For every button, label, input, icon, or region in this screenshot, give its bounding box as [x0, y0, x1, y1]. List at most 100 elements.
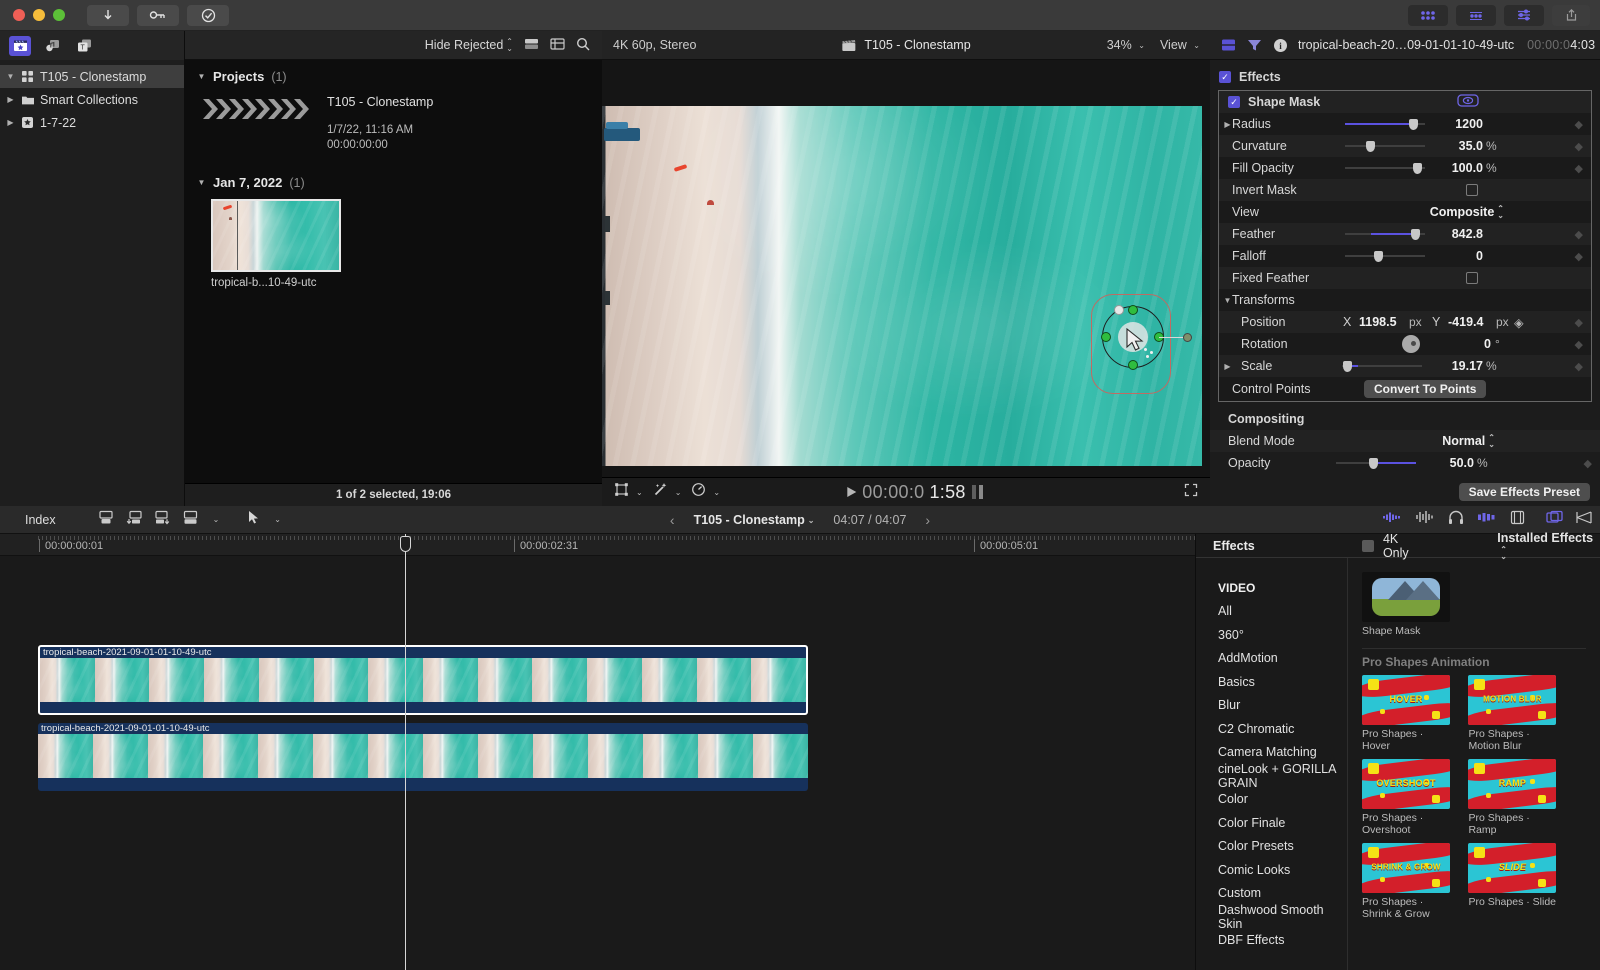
clip-appearance-button[interactable] [1510, 510, 1525, 530]
timeline-clip-connected[interactable]: tropical-beach-2021-09-01-01-10-49-utc [38, 645, 808, 715]
effects-category-dbf-effects[interactable]: DBF Effects [1196, 929, 1347, 953]
transitions-browser-toggle[interactable] [1456, 4, 1496, 26]
param-fill-opacity[interactable]: Fill Opacity 100.0 % ◆ [1219, 157, 1591, 179]
param-value[interactable]: 842.8 [1427, 227, 1483, 241]
timeline-history-button[interactable] [1576, 510, 1592, 530]
param-slider[interactable] [1342, 360, 1422, 372]
viewer-zoom-popup[interactable]: 34% ⌄ [1107, 38, 1145, 52]
viewer-stage[interactable] [602, 60, 1210, 477]
sidebar-tab-titles[interactable]: T [73, 36, 95, 56]
sidebar-item-event[interactable]: ▶ 1-7-22 [0, 111, 184, 134]
effects-category-comic-looks[interactable]: Comic Looks [1196, 858, 1347, 882]
browser-search-button[interactable] [576, 37, 590, 54]
position-y-value[interactable]: -419.4 [1448, 315, 1483, 329]
tool-selector-button[interactable] [248, 510, 260, 530]
viewer-view-popup[interactable]: View ⌄ [1160, 38, 1200, 52]
disclosure-triangle-icon[interactable]: ▶ [6, 118, 15, 127]
previous-project-button[interactable]: ‹ [670, 512, 675, 528]
effect-tile-hover[interactable]: HOVER Pro Shapes · Hover [1362, 674, 1450, 753]
effect-tile-shrink-grow[interactable]: SHRINK & GROW Pro Shapes · Shrink & Grow [1362, 842, 1450, 921]
import-media-button[interactable] [87, 4, 129, 26]
transform-tool-button[interactable] [614, 482, 629, 502]
effects-category-camera-matching[interactable]: Camera Matching [1196, 741, 1347, 765]
keyframe-button[interactable]: ◆ [1584, 457, 1592, 470]
info-icon[interactable]: i [1272, 37, 1289, 54]
param-feather[interactable]: Feather 842.8 ◆ [1219, 223, 1591, 245]
param-value[interactable]: 1200 [1427, 117, 1483, 131]
playhead-handle[interactable] [400, 536, 411, 552]
list-view-button[interactable] [550, 37, 565, 54]
shape-mask-header[interactable]: ✓ Shape Mask [1219, 91, 1591, 113]
audio-meters-small-button[interactable] [1382, 510, 1402, 529]
retime-tool-button[interactable] [691, 482, 706, 502]
effects-category-color[interactable]: Color [1196, 788, 1347, 812]
param-invert-mask[interactable]: Invert Mask [1219, 179, 1591, 201]
keyframe-button[interactable]: ◆ [1575, 338, 1583, 351]
disclosure-triangle-icon[interactable]: ▼ [197, 72, 206, 81]
disclosure-triangle-icon[interactable]: ▶ [1223, 120, 1232, 129]
keyframe-button[interactable]: ◆ [1575, 228, 1583, 241]
param-view[interactable]: View Composite ⌃ ⌄ [1219, 201, 1591, 223]
filmstrip-view-button[interactable] [524, 37, 539, 54]
transforms-group-header[interactable]: ▼ Transforms [1219, 289, 1591, 311]
param-slider[interactable] [1345, 250, 1425, 262]
sidebar-tab-photos-audio[interactable] [41, 36, 63, 56]
effects-category-cinelook[interactable]: cineLook + GORILLA GRAIN [1196, 762, 1347, 790]
mask-shape-icon[interactable] [1457, 94, 1479, 110]
view-popup-value[interactable]: Composite ⌃ ⌄ [1404, 205, 1504, 220]
clip-tile[interactable]: tropical-b...10-49-utc [211, 199, 590, 289]
param-slider[interactable] [1345, 118, 1425, 130]
effects-category-color-finale[interactable]: Color Finale [1196, 811, 1347, 835]
viewer-timecode[interactable]: 00:00:0 1:58 [846, 482, 965, 503]
maximize-window-button[interactable] [53, 9, 65, 21]
chevron-down-icon[interactable]: ⌄ [675, 488, 682, 496]
disclosure-triangle-icon[interactable]: ▶ [1223, 362, 1232, 371]
share-button[interactable] [1552, 4, 1590, 26]
video-inspector-icon[interactable] [1220, 37, 1237, 54]
effects-category-list[interactable]: VIDEO All 360° AddMotion Basics Blur C2 … [1196, 558, 1348, 970]
param-value[interactable]: 100.0 [1427, 161, 1483, 175]
effect-tile-shape-mask[interactable]: Shape Mask [1362, 572, 1450, 638]
param-position[interactable]: Position X 1198.5 px Y -419.4 px ◈ ◆ [1219, 311, 1591, 333]
fullscreen-button[interactable] [1184, 483, 1198, 502]
disclosure-triangle-icon[interactable]: ▼ [197, 178, 206, 187]
param-curvature[interactable]: Curvature 35.0 % ◆ [1219, 135, 1591, 157]
timeline-panel[interactable]: 00:00:00:01 00:00:02:31 00:00:05:01 trop… [0, 534, 1195, 970]
param-value[interactable]: 35.0 [1427, 139, 1483, 153]
sidebar-tab-libraries[interactable] [9, 35, 31, 56]
param-scale[interactable]: ▶ Scale 19.17 % ◆ [1219, 355, 1591, 377]
effects-category-all[interactable]: All [1196, 600, 1347, 624]
effect-tile-overshoot[interactable]: OVERSHOOT Pro Shapes · Overshoot [1362, 758, 1450, 837]
position-x-value[interactable]: 1198.5 [1359, 315, 1397, 329]
disclosure-triangle-icon[interactable]: ▼ [1223, 296, 1232, 305]
param-value[interactable]: 19.17 [1427, 359, 1483, 373]
param-opacity[interactable]: Opacity 50.0 % ◆ [1210, 452, 1600, 474]
effects-category-color-presets[interactable]: Color Presets [1196, 835, 1347, 859]
clip-thumbnail[interactable] [211, 199, 341, 272]
timeline-ruler[interactable]: 00:00:00:01 00:00:02:31 00:00:05:01 [0, 534, 1195, 556]
filter-icon[interactable] [1246, 37, 1263, 54]
connect-clip-button[interactable] [154, 510, 171, 530]
save-effects-preset-button[interactable]: Save Effects Preset [1458, 482, 1590, 501]
keyframe-button[interactable]: ◆ [1575, 140, 1583, 153]
fixed-feather-checkbox[interactable] [1466, 272, 1478, 284]
enhancements-tool-button[interactable] [653, 482, 668, 502]
effects-category-addmotion[interactable]: AddMotion [1196, 647, 1347, 671]
effects-category-custom[interactable]: Custom [1196, 882, 1347, 906]
keyframe-button[interactable]: ◆ [1575, 162, 1583, 175]
4k-only-checkbox[interactable] [1362, 539, 1374, 552]
param-slider[interactable] [1336, 457, 1416, 469]
param-falloff[interactable]: Falloff 0 ◆ [1219, 245, 1591, 267]
timeline-playhead[interactable] [400, 534, 411, 970]
audio-meters-button[interactable] [1477, 510, 1497, 529]
convert-to-points-button[interactable]: Convert To Points [1364, 380, 1487, 398]
background-tasks-button[interactable] [187, 4, 229, 26]
param-rotation[interactable]: Rotation 0 ° ◆ [1219, 333, 1591, 355]
effects-category-basics[interactable]: Basics [1196, 670, 1347, 694]
color-inspector-toggle[interactable] [1504, 4, 1544, 26]
keyframe-button[interactable]: ◆ [1575, 118, 1583, 131]
keyframe-button[interactable]: ◆ [1575, 316, 1583, 329]
effects-browser-toggle[interactable] [1408, 4, 1448, 26]
invert-mask-checkbox[interactable] [1466, 184, 1478, 196]
param-value[interactable]: 0 [1435, 337, 1491, 351]
